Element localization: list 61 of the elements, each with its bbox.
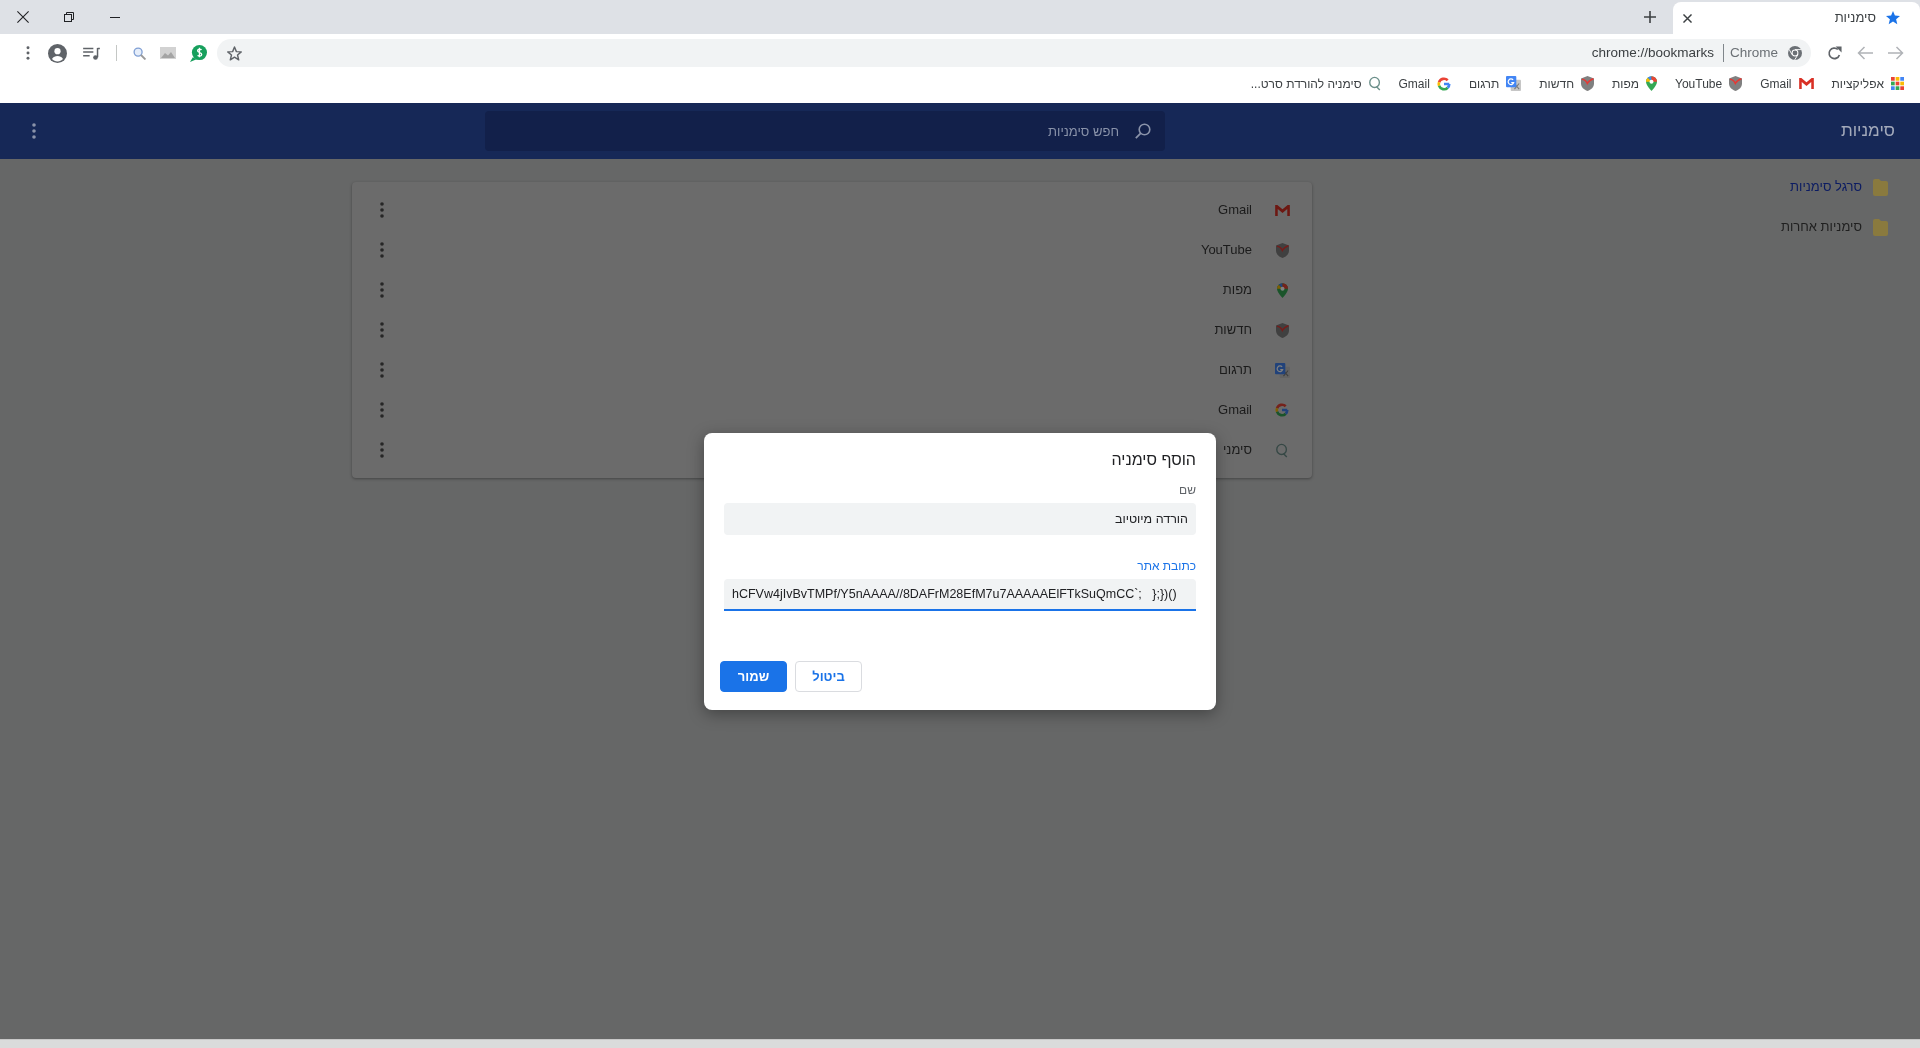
menu-icon[interactable] — [26, 46, 30, 60]
restore-icon[interactable] — [64, 12, 74, 22]
map-pin-icon — [1646, 76, 1657, 91]
more-icon[interactable] — [380, 242, 384, 258]
circle-emblem-icon[interactable] — [1788, 46, 1802, 60]
search-icon — [1135, 123, 1151, 139]
search-field[interactable]: חפש סימניות — [485, 111, 1165, 151]
more-icon[interactable] — [380, 402, 384, 418]
more-icon[interactable] — [380, 322, 384, 338]
folder-icon — [1873, 218, 1888, 236]
plus-icon[interactable] — [1644, 11, 1656, 23]
close-icon[interactable] — [17, 11, 29, 23]
text-field[interactable]: hCFVw4jIvBvTMPf/Y5nAAAA//8DAFrM28EfM7u7AAAAAElFTkSuQmCC`; };})() — [724, 579, 1196, 611]
ring-icon — [1276, 442, 1288, 458]
more-icon[interactable] — [380, 362, 384, 378]
shield-icon — [1275, 322, 1289, 338]
more-icon[interactable] — [380, 282, 384, 298]
tab[interactable]: סימניות — [1673, 2, 1920, 34]
field-label: שם — [1179, 483, 1196, 497]
url-text: chrome://bookmarks — [1591, 43, 1714, 62]
bookmark-button[interactable]: Gmail — [1398, 72, 1451, 95]
search-icon[interactable] — [133, 46, 146, 60]
mail-icon — [1798, 78, 1814, 89]
star-icon[interactable] — [227, 45, 242, 61]
bookmark-button[interactable]: Gmail — [1760, 72, 1814, 95]
dialog-title: הוסף סימניה — [1111, 450, 1196, 470]
close-icon[interactable] — [1683, 13, 1692, 23]
mail-icon — [1274, 204, 1290, 216]
bookmark-button[interactable]: תרגום — [1468, 72, 1522, 95]
bookmark-button[interactable]: מפות — [1612, 72, 1657, 95]
bookmark-button[interactable]: YouTube — [1675, 72, 1743, 95]
translate-icon — [1506, 76, 1522, 91]
dialog-button[interactable]: ביטול — [795, 661, 862, 692]
shield-icon — [1581, 76, 1595, 91]
folder-icon — [1873, 178, 1888, 196]
minimize-icon[interactable] — [110, 16, 120, 18]
more-icon[interactable] — [380, 442, 384, 458]
more-icon[interactable] — [380, 202, 384, 218]
multicolor-g-icon — [1436, 76, 1451, 91]
bookmark-button[interactable]: סימניה להורדת סרט... — [1250, 72, 1381, 95]
avatar-icon[interactable] — [48, 43, 67, 63]
playlist-icon[interactable] — [83, 46, 100, 60]
map-pin-icon — [1276, 282, 1288, 298]
bookmark-button[interactable]: אפליקציות — [1831, 72, 1904, 95]
page-title: סימניות — [1840, 120, 1895, 143]
apps-grid-icon — [1891, 77, 1904, 90]
multicolor-g-icon — [1275, 403, 1289, 417]
bookmark-button[interactable]: חדשות — [1539, 72, 1595, 95]
translate-icon — [1274, 362, 1290, 378]
menu-icon[interactable] — [32, 123, 36, 139]
address-bar[interactable]: chrome://bookmarks Chrome — [217, 39, 1811, 67]
dialog-button[interactable]: שמור — [720, 661, 787, 692]
text-field[interactable]: הורדה מיוטיוב — [724, 503, 1196, 535]
ring-icon — [1368, 76, 1381, 91]
reload-icon[interactable] — [1826, 45, 1842, 61]
chat-bubble-icon[interactable] — [190, 44, 207, 62]
shield-icon — [1275, 242, 1289, 258]
site-label: Chrome — [1730, 43, 1778, 62]
star-icon — [1886, 11, 1900, 25]
shield-icon — [1729, 76, 1743, 91]
field-label: כתובת אתר — [1137, 559, 1196, 573]
